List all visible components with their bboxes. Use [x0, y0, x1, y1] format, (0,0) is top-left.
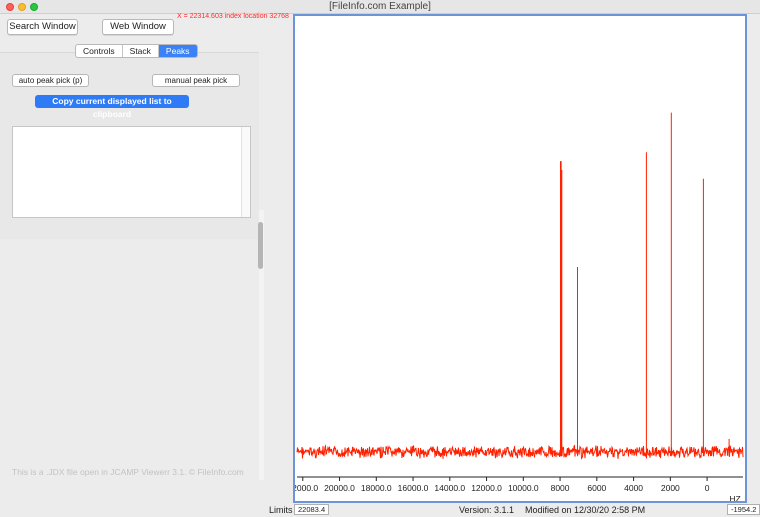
status-bar: Limits Version: 3.1.1 Modified on 12/30/…: [0, 503, 760, 517]
title-bar: [FileInfo.com Example]: [0, 0, 760, 14]
x-axis-tick-label: 4000: [624, 483, 643, 493]
manual-peak-pick-button[interactable]: manual peak pick: [152, 74, 240, 87]
spectrum-plot[interactable]: 22000.0 20000.0 18000.0 16000.0 14000.0 12000…: [293, 14, 747, 503]
limits-label: Limits: [269, 505, 293, 515]
x-axis-tick-label: 12000.0: [471, 483, 502, 493]
panel-tabs: Controls Stack Peaks: [75, 44, 198, 58]
tab-peaks[interactable]: Peaks: [158, 45, 197, 57]
peak-list[interactable]: [12, 126, 251, 218]
web-window-button[interactable]: Web Window: [102, 19, 174, 35]
window-title: [FileInfo.com Example]: [329, 1, 431, 12]
spectrum-baseline: [296, 444, 744, 460]
tab-controls[interactable]: Controls: [76, 45, 123, 57]
x-axis-tick-label: 6000: [587, 483, 606, 493]
x-axis-tick-label: 8000: [551, 483, 570, 493]
x-axis-label: HZ: [729, 494, 740, 501]
spectrum-chart[interactable]: 22000.0 20000.0 18000.0 16000.0 14000.0 12000…: [295, 16, 745, 501]
x-axis-tick-label: 10000.0: [508, 483, 539, 493]
right-limit-field[interactable]: -1954.2: [727, 504, 760, 515]
tab-stack[interactable]: Stack: [123, 45, 159, 57]
x-axis-tick-label: 22000.0: [295, 483, 318, 493]
footer-note: This is a .JDX file open in JCAMP Viewer…: [12, 467, 244, 477]
limits-field[interactable]: 22083.4: [294, 504, 330, 515]
peak-list-scrollbar[interactable]: [241, 127, 250, 217]
x-axis-tick-label: 14000.0: [434, 483, 465, 493]
modified-text: Modified on 12/30/20 2:58 PM: [525, 505, 646, 515]
x-axis-tick-label: 16000.0: [398, 483, 429, 493]
left-lower-area: [0, 239, 259, 504]
copy-list-button[interactable]: Copy current displayed list to clipboard: [35, 95, 189, 119]
x-axis-tick-label: 18000.0: [361, 483, 392, 493]
cursor-readout: X = 22314.603 index location 32768: [177, 13, 289, 20]
x-axis-tick-label: 2000: [661, 483, 680, 493]
x-axis-tick-label: 0: [705, 483, 710, 493]
scrollbar-thumb[interactable]: [258, 222, 263, 269]
version-text: Version: 3.1.1: [459, 505, 515, 515]
search-window-button[interactable]: Search Window: [7, 19, 78, 35]
x-axis-tick-label: 20000.0: [324, 483, 355, 493]
auto-peak-pick-button[interactable]: auto peak pick (p): [12, 74, 89, 87]
